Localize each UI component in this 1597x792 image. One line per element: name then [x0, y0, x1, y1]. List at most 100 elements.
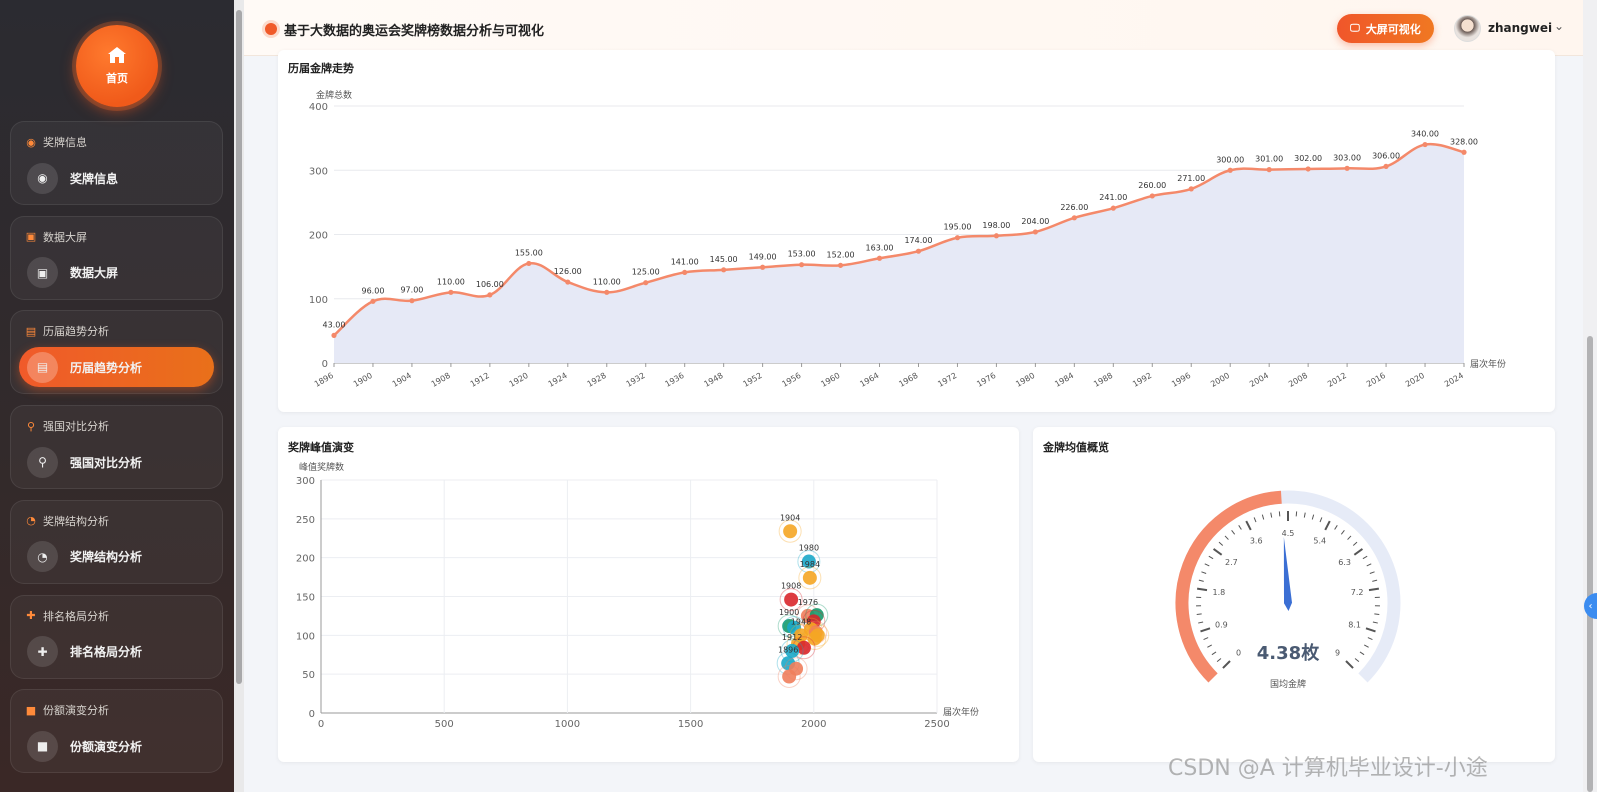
gauge-tick	[1359, 651, 1365, 656]
gauge-tick	[1216, 658, 1222, 663]
username[interactable]: zhangwei	[1488, 21, 1552, 35]
big-screen-button[interactable]: 🖵 大屏可视化	[1337, 14, 1434, 43]
trend-value-label: 300.00	[1216, 155, 1244, 164]
sidebar-group-header: ▤ 历届趋势分析	[25, 323, 109, 339]
trend-point	[954, 235, 961, 241]
x-tick-label: 2016	[1365, 371, 1387, 389]
scatter-point-label: 1980	[799, 544, 819, 553]
y-tick-label: 100	[309, 295, 328, 306]
gold-mean-gauge: 0 0.9 1.8 2.7 3.6 4.5 5.4 6.3 7.2 8.1 9 4.38枚国均金牌	[1175, 490, 1401, 690]
x-tick-label: 2500	[924, 719, 949, 730]
sidebar-item-7[interactable]: ■ 份额演变分析	[19, 726, 214, 766]
trend-value-label: 110.00	[593, 277, 621, 286]
trend-value-label: 260.00	[1138, 181, 1166, 190]
gauge-tick	[1372, 621, 1378, 624]
sidebar-group-header: ⚲ 强国对比分析	[25, 418, 109, 434]
x-tick-label: 1500	[678, 719, 703, 730]
sidebar-item-label: 奖牌信息	[70, 171, 119, 186]
x-tick-label: 1904	[391, 371, 413, 389]
x-tick-label: 1920	[508, 371, 530, 389]
scatter-point-label: 1900	[779, 608, 799, 617]
sidebar-group-title: 强国对比分析	[43, 420, 109, 434]
sidebar-group-1: ◉ 奖牌信息 ◉ 奖牌信息	[10, 121, 223, 205]
sidebar-group-title: 排名格局分析	[43, 609, 109, 623]
trend-value-label: 340.00	[1411, 130, 1439, 139]
sidebar-item-4[interactable]: ⚲ 强国对比分析	[19, 442, 214, 482]
trend-value-label: 328.00	[1450, 137, 1478, 146]
trend-value-label: 303.00	[1333, 153, 1361, 162]
sidebar-item-6[interactable]: ✚ 排名格局分析	[19, 632, 214, 672]
gauge-tick	[1270, 512, 1273, 518]
gauge-tick	[1231, 529, 1236, 535]
sidebar-item-2[interactable]: ▣ 数据大屏	[19, 253, 214, 293]
x-axis-label: 届次年份	[1470, 358, 1506, 370]
scatter-point	[783, 524, 798, 539]
trend-point	[760, 264, 766, 270]
home-button[interactable]: 首页	[76, 25, 158, 107]
sidebar-item-1[interactable]: ◉ 奖牌信息	[19, 158, 214, 198]
gauge-tick	[1212, 548, 1223, 556]
gauge-value: 4.38枚	[1257, 642, 1320, 664]
trend-value-label: 149.00	[749, 252, 777, 261]
gauge-tick	[1261, 514, 1265, 520]
x-tick-label: 1976	[975, 371, 997, 389]
title-dot	[265, 23, 277, 35]
trend-point	[331, 332, 337, 338]
gauge-card: 金牌均值概览 0 0.9 1.8 2.7 3.6 4.5 5.4 6.3 7.2 8.1 9 4.38…	[1033, 427, 1555, 762]
gauge-tick	[1367, 637, 1373, 640]
trend-point	[1032, 229, 1038, 235]
trend-value-label: 301.00	[1255, 155, 1283, 164]
gauge-tick	[1372, 579, 1378, 582]
scatter-point-label: 1984	[800, 560, 820, 569]
scatter-card: 奖牌峰值演变 0 50 100 150 200 250 300 0 500 1000 1500 200…	[278, 427, 1019, 762]
gauge-tick	[1196, 613, 1202, 616]
watermark: CSDN @A 计算机毕业设计-小途	[1168, 756, 1488, 781]
y-axis-label: 金牌总数	[316, 89, 352, 101]
gauge-tick	[1204, 563, 1210, 567]
avatar[interactable]	[1454, 15, 1481, 42]
gauge-tick	[1368, 587, 1380, 592]
scatter-point-label: 1976	[798, 598, 818, 607]
gauge-tick-label: 5.4	[1313, 537, 1326, 546]
trend-point	[487, 292, 493, 298]
x-tick-label: 1984	[1053, 371, 1075, 389]
trend-value-label: 155.00	[515, 248, 543, 257]
clock-icon: ◔	[26, 514, 36, 528]
trophy-icon: ⚲	[27, 446, 58, 478]
sidebar-item-5[interactable]: ◔ 奖牌结构分析	[19, 537, 214, 577]
sidebar-scrollbar[interactable]	[234, 0, 244, 792]
y-tick-label: 100	[296, 631, 315, 642]
scatter-point-label: 1904	[780, 513, 800, 522]
trend-point	[409, 298, 415, 304]
sidebar-group-title: 奖牌信息	[43, 136, 87, 149]
gauge-tick	[1224, 535, 1229, 540]
trend-point	[565, 279, 571, 285]
page-scrollbar-thumb[interactable]	[1587, 336, 1593, 792]
sidebar-group-title: 数据大屏	[43, 230, 87, 244]
gauge-tick	[1354, 658, 1360, 663]
medal-icon: ◉	[27, 162, 58, 194]
page-scrollbar[interactable]	[1583, 0, 1597, 792]
gauge-tick-label: 9	[1335, 648, 1340, 657]
sidebar-item-label: 份额演变分析	[70, 739, 143, 754]
gauge-tick	[1222, 660, 1231, 669]
trend-value-label: 226.00	[1060, 203, 1088, 212]
sidebar-scrollbar-thumb[interactable]	[236, 10, 242, 684]
x-tick-label: 500	[435, 719, 454, 730]
scatter-point	[802, 570, 817, 585]
sidebar-group-2: ▣ 数据大屏 ▣ 数据大屏	[10, 215, 223, 300]
sidebar-group-title: 份额演变分析	[43, 704, 109, 718]
x-tick-label: 2012	[1326, 371, 1348, 389]
x-tick-label: 1992	[1131, 371, 1153, 389]
gauge-tick	[1334, 525, 1338, 530]
trend-point	[682, 269, 688, 276]
sidebar-item-3[interactable]: ▤ 历届趋势分析	[19, 347, 214, 388]
chevron-down-icon[interactable]: ⌄	[1554, 19, 1564, 33]
screen-icon: ▣	[25, 230, 37, 244]
trend-value-label: 271.00	[1177, 174, 1205, 183]
clock-icon: ◔	[27, 541, 58, 573]
y-tick-label: 300	[309, 166, 328, 177]
x-tick-label: 1936	[664, 371, 686, 389]
sidebar-item-label: 强国对比分析	[70, 455, 143, 470]
gauge-tick	[1200, 627, 1211, 633]
